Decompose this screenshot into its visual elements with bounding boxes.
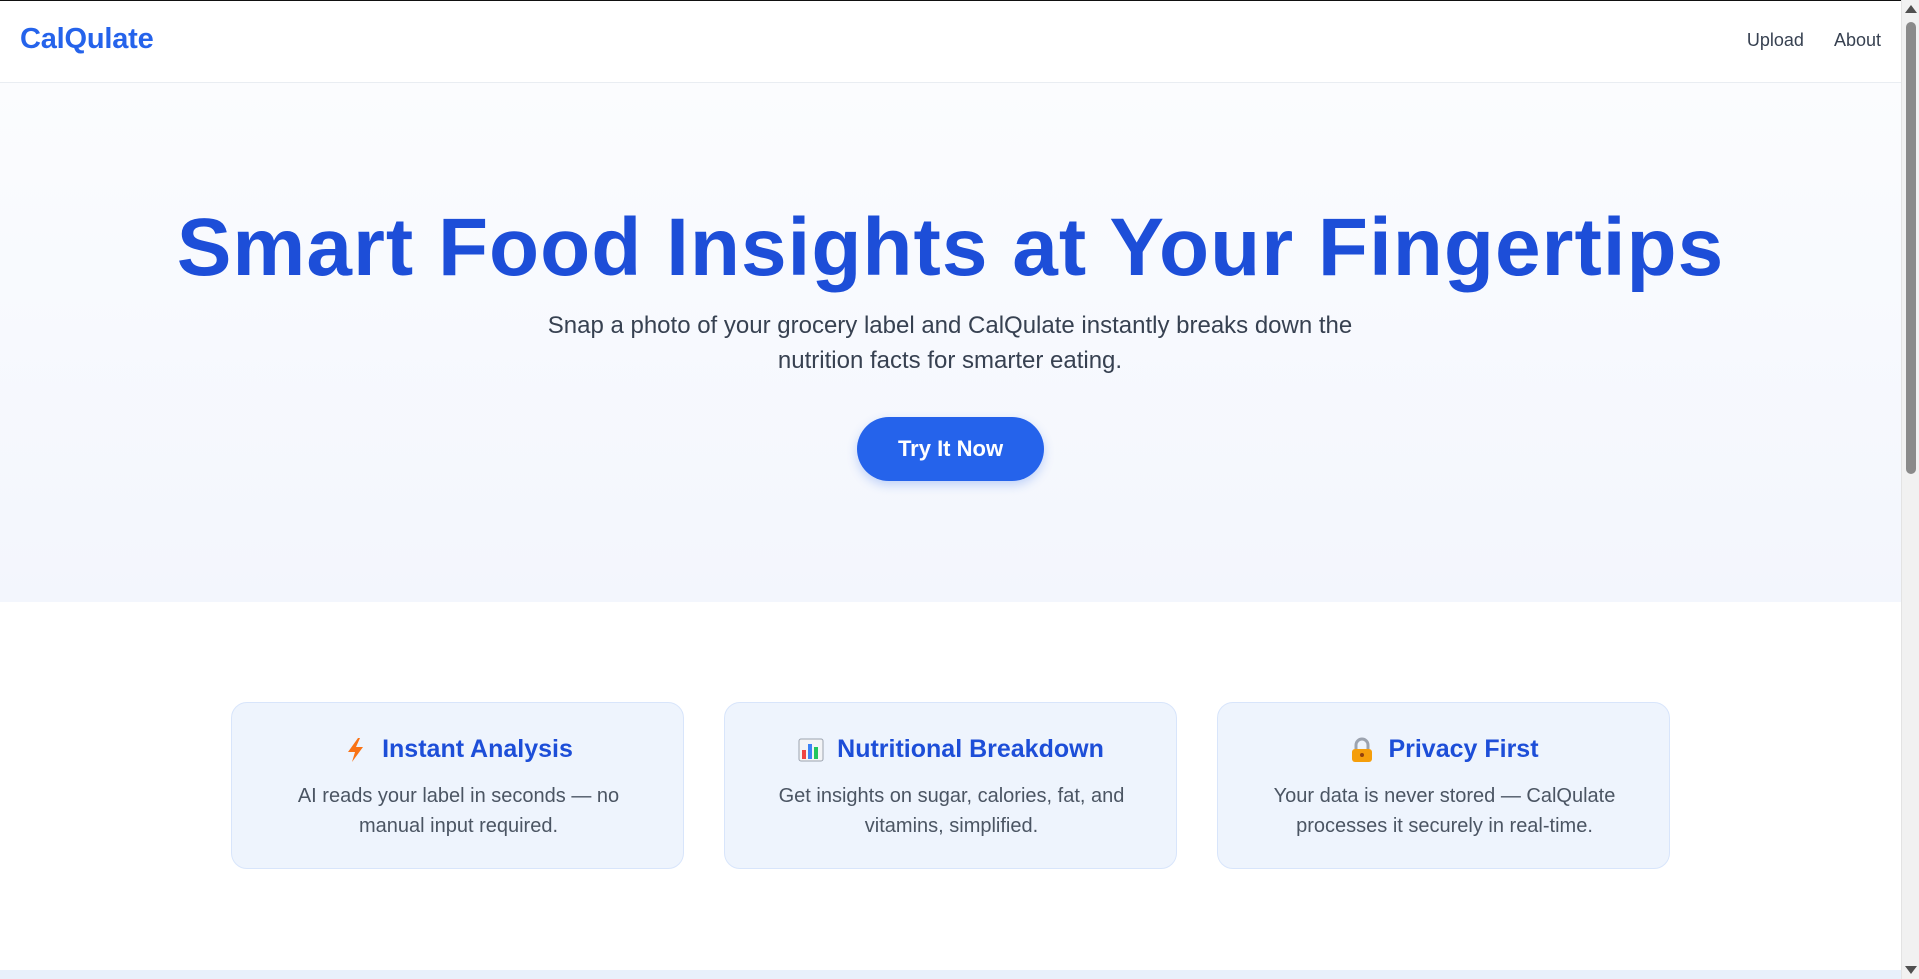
feature-title: Nutritional Breakdown [837, 735, 1104, 763]
feature-card-instant-analysis: Instant Analysis AI reads your label in … [231, 702, 684, 869]
feature-description: Your data is never stored — CalQulate pr… [1273, 785, 1616, 837]
lightning-icon [342, 736, 370, 764]
lock-icon [1348, 736, 1376, 764]
hero-title: Smart Food Insights at Your Fingertips [176, 202, 1725, 293]
feature-card-privacy-first: Privacy First Your data is never stored … [1217, 702, 1670, 869]
try-it-now-button[interactable]: Try It Now [857, 417, 1044, 481]
hero-subtitle: Snap a photo of your grocery label and C… [547, 312, 1353, 374]
feature-title-row: Instant Analysis [232, 735, 683, 764]
feature-title-row: Privacy First [1218, 735, 1669, 764]
top-navbar: CalQulate Upload About [0, 1, 1901, 83]
feature-description: Get insights on sugar, calories, fat, an… [778, 785, 1125, 837]
scroll-up-arrow-icon[interactable] [1905, 5, 1917, 13]
bar-chart-icon [797, 736, 825, 764]
feature-card-nutritional-breakdown: Nutritional Breakdown Get insights on su… [724, 702, 1177, 869]
scrollbar-thumb[interactable] [1906, 22, 1916, 474]
features-section: Instant Analysis AI reads your label in … [0, 602, 1901, 979]
feature-title-row: Nutritional Breakdown [725, 735, 1176, 764]
scroll-down-arrow-icon[interactable] [1905, 966, 1917, 974]
feature-title: Instant Analysis [382, 735, 573, 763]
next-section-edge [0, 970, 1901, 979]
nav-links: Upload About [1747, 30, 1881, 51]
vertical-scrollbar[interactable] [1901, 0, 1919, 979]
brand-logo[interactable]: CalQulate [20, 23, 154, 56]
nav-link-about[interactable]: About [1834, 30, 1881, 51]
page: CalQulate Upload About Smart Food Insigh… [0, 0, 1901, 979]
feature-description: AI reads your label in seconds — no manu… [297, 785, 620, 837]
feature-title: Privacy First [1388, 735, 1539, 763]
nav-link-upload[interactable]: Upload [1747, 30, 1804, 51]
hero-section: Smart Food Insights at Your Fingertips S… [0, 83, 1901, 602]
